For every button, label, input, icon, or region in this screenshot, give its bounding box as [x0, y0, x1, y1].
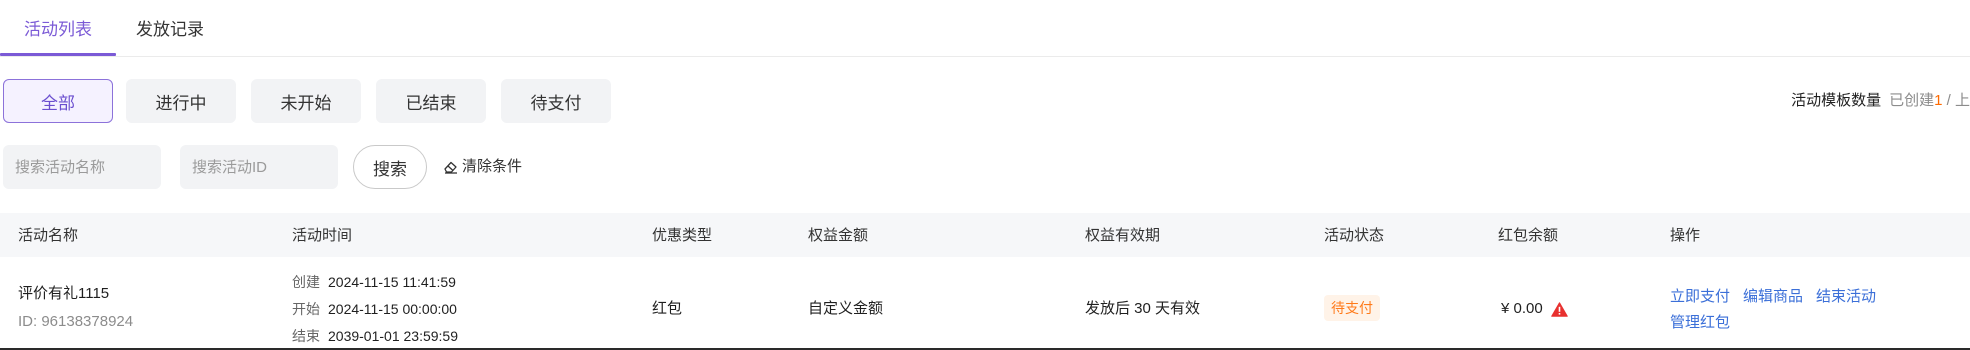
column-header-name: 活动名称 [18, 227, 79, 244]
benefit-validity: 发放后 30 天有效 [1085, 300, 1201, 317]
start-time: 开始 2024-11-15 00:00:00 [292, 299, 457, 319]
start-time-label: 开始 [292, 301, 320, 317]
top-tabs: 活动列表 发放记录 [0, 0, 1970, 57]
column-header-type: 优惠类型 [652, 227, 713, 244]
template-count-label: 活动模板数量 [1791, 92, 1882, 109]
search-button[interactable]: 搜索 [353, 145, 427, 189]
template-count-rest: / 上 [1942, 92, 1970, 109]
end-time: 结束 2039-01-01 23:59:59 [292, 326, 458, 346]
tab-activity-list[interactable]: 活动列表 [24, 18, 92, 42]
end-activity-link[interactable]: 结束活动 [1816, 287, 1876, 307]
table-row: 评价有礼1115 ID: 96138378924 创建 2024-11-15 11… [0, 257, 1970, 350]
activity-name: 评价有礼1115 [18, 285, 110, 302]
column-header-amount: 权益金额 [808, 227, 869, 244]
column-header-status: 活动状态 [1324, 227, 1385, 244]
filter-in-progress-button[interactable]: 进行中 [126, 79, 236, 123]
filter-pending-payment-button[interactable]: 待支付 [501, 79, 611, 123]
active-tab-indicator [0, 53, 116, 56]
create-time: 创建 2024-11-15 11:41:59 [292, 272, 456, 292]
balance-value: ¥ 0.00 [1501, 300, 1543, 317]
template-count: 活动模板数量 已创建1 / 上 [1791, 91, 1970, 111]
filter-ended-button[interactable]: 已结束 [376, 79, 486, 123]
eraser-icon [444, 161, 457, 174]
search-id-input[interactable] [180, 145, 338, 189]
filter-all-button[interactable]: 全部 [3, 79, 113, 123]
status-badge: 待支付 [1324, 295, 1380, 321]
create-time-label: 创建 [292, 274, 320, 290]
filter-not-started-button[interactable]: 未开始 [251, 79, 361, 123]
search-name-input[interactable] [3, 145, 161, 189]
benefit-amount: 自定义金额 [808, 300, 884, 317]
tab-send-records[interactable]: 发放记录 [136, 18, 204, 42]
activity-id: ID: 96138378924 [18, 313, 134, 330]
balance: ¥ 0.00 [1501, 299, 1568, 319]
edit-product-link[interactable]: 编辑商品 [1743, 287, 1803, 307]
template-created-label: 已创建 [1889, 92, 1935, 109]
manage-red-packet-link[interactable]: 管理红包 [1670, 313, 1730, 333]
warning-icon[interactable] [1550, 301, 1568, 317]
clear-filters-label: 清除条件 [462, 158, 523, 175]
column-header-time: 活动时间 [292, 227, 353, 244]
clear-filters-button[interactable]: 清除条件 [443, 157, 522, 177]
column-header-actions: 操作 [1670, 227, 1701, 244]
column-header-balance: 红包余额 [1498, 227, 1559, 244]
column-header-validity: 权益有效期 [1085, 227, 1161, 244]
table-header: 活动名称 活动时间 优惠类型 权益金额 权益有效期 活动状态 红包余额 操作 [0, 213, 1970, 257]
pay-now-link[interactable]: 立即支付 [1670, 287, 1730, 307]
create-time-value: 2024-11-15 11:41:59 [328, 274, 456, 290]
end-time-label: 结束 [292, 328, 320, 344]
end-time-value: 2039-01-01 23:59:59 [328, 328, 458, 344]
discount-type: 红包 [652, 300, 683, 317]
start-time-value: 2024-11-15 00:00:00 [328, 301, 457, 317]
